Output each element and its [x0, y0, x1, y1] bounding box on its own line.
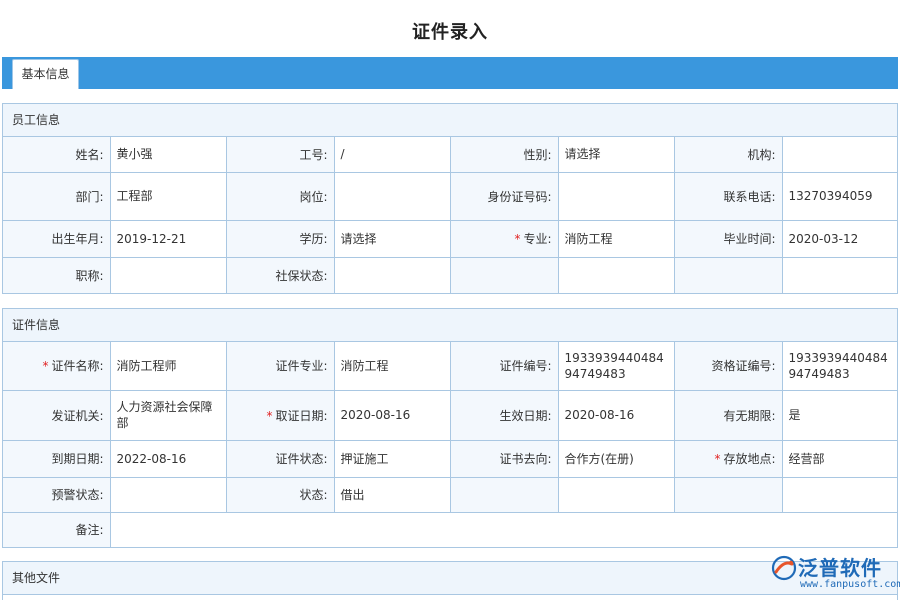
- page-title: 证件录入: [0, 18, 900, 44]
- cert-status-field[interactable]: 押证施工: [334, 440, 450, 477]
- major-label: 专业:: [523, 232, 551, 246]
- empty-cell: [782, 257, 897, 293]
- field-label-required: *存放地点:: [674, 440, 782, 477]
- empty-cell: [558, 257, 674, 293]
- certificate-info-section: 证件信息 *证件名称: 消防工程师 证件专业: 消防工程 证件编号: 19339…: [2, 308, 898, 548]
- field-label: 证件专业:: [226, 342, 334, 390]
- field-label: 证书去向:: [450, 440, 558, 477]
- field-label: 工号:: [226, 137, 334, 172]
- storage-location-field[interactable]: 经营部: [782, 440, 897, 477]
- department-field[interactable]: 工程部: [110, 172, 226, 220]
- employee-id-field[interactable]: /: [334, 137, 450, 172]
- cert-number-field[interactable]: 193393944048494749483: [558, 342, 674, 390]
- required-marker: *: [514, 232, 520, 246]
- organization-field[interactable]: [782, 137, 897, 172]
- warning-status-field[interactable]: [110, 477, 226, 512]
- tab-basic-info[interactable]: 基本信息: [12, 59, 79, 89]
- phone-field[interactable]: 13270394059: [782, 172, 897, 220]
- cert-name-field[interactable]: 消防工程师: [110, 342, 226, 390]
- other-files-header: 其他文件: [3, 562, 897, 595]
- expiry-date-field[interactable]: 2022-08-16: [110, 440, 226, 477]
- field-label: 姓名:: [3, 137, 110, 172]
- field-label: 社保状态:: [226, 257, 334, 293]
- name-field[interactable]: 黄小强: [110, 137, 226, 172]
- employee-info-table: 姓名: 黄小强 工号: / 性别: 请选择 机构: 部门: 工程部 岗位: 身份…: [3, 137, 897, 293]
- field-label: 证件状态:: [226, 440, 334, 477]
- issuing-authority-field[interactable]: 人力资源社会保障部: [110, 390, 226, 440]
- field-label-required: *专业:: [450, 220, 558, 257]
- remark-field[interactable]: [110, 512, 897, 547]
- certificate-info-header: 证件信息: [3, 309, 897, 342]
- position-field[interactable]: [334, 172, 450, 220]
- effective-date-field[interactable]: 2020-08-16: [558, 390, 674, 440]
- brand-url: www.fanpusoft.com: [800, 579, 900, 590]
- field-label: 预警状态:: [3, 477, 110, 512]
- id-card-field[interactable]: [558, 172, 674, 220]
- field-label: 机构:: [674, 137, 782, 172]
- empty-cell: [558, 477, 674, 512]
- field-label: 备注:: [3, 512, 110, 547]
- field-label-required: *取证日期:: [226, 390, 334, 440]
- cert-name-label: 证件名称:: [51, 359, 103, 373]
- major-field[interactable]: 消防工程: [558, 220, 674, 257]
- obtain-date-field[interactable]: 2020-08-16: [334, 390, 450, 440]
- title-field[interactable]: [110, 257, 226, 293]
- field-label: 岗位:: [226, 172, 334, 220]
- field-label: 联系电话:: [674, 172, 782, 220]
- required-marker: *: [42, 359, 48, 373]
- tab-bar: 基本信息: [2, 57, 898, 89]
- field-label: 生效日期:: [450, 390, 558, 440]
- cert-destination-field[interactable]: 合作方(在册): [558, 440, 674, 477]
- social-security-field[interactable]: [334, 257, 450, 293]
- required-marker: *: [266, 409, 272, 423]
- field-label: 部门:: [3, 172, 110, 220]
- employee-info-header: 员工信息: [3, 104, 897, 137]
- field-label: 有无期限:: [674, 390, 782, 440]
- brand-name: 泛普软件: [798, 552, 882, 581]
- empty-cell: [450, 477, 558, 512]
- field-label: 到期日期:: [3, 440, 110, 477]
- qualification-number-field[interactable]: 193393944048494749483: [782, 342, 897, 390]
- field-label: 证件编号:: [450, 342, 558, 390]
- education-select[interactable]: 请选择: [334, 220, 450, 257]
- field-label: 出生年月:: [3, 220, 110, 257]
- gender-select[interactable]: 请选择: [558, 137, 674, 172]
- field-label: 发证机关:: [3, 390, 110, 440]
- storage-location-label: 存放地点:: [723, 452, 775, 466]
- cert-major-field[interactable]: 消防工程: [334, 342, 450, 390]
- field-label: 学历:: [226, 220, 334, 257]
- field-label: 职称:: [3, 257, 110, 293]
- field-label-required: *证件名称:: [3, 342, 110, 390]
- has-expiry-field[interactable]: 是: [782, 390, 897, 440]
- field-label: 毕业时间:: [674, 220, 782, 257]
- empty-cell: [782, 477, 897, 512]
- brand-logo: 泛普软件 www.fanpusoft.com: [770, 552, 898, 596]
- graduation-date-field[interactable]: 2020-03-12: [782, 220, 897, 257]
- employee-info-section: 员工信息 姓名: 黄小强 工号: / 性别: 请选择 机构: 部门: 工程部 岗…: [2, 103, 898, 294]
- birth-date-field[interactable]: 2019-12-21: [110, 220, 226, 257]
- empty-cell: [674, 257, 782, 293]
- other-files-section: 其他文件: [2, 561, 898, 600]
- empty-cell: [674, 477, 782, 512]
- empty-cell: [450, 257, 558, 293]
- required-marker: *: [714, 452, 720, 466]
- certificate-info-table: *证件名称: 消防工程师 证件专业: 消防工程 证件编号: 1933939440…: [3, 342, 897, 547]
- fanpu-logo-icon: [770, 554, 798, 582]
- obtain-date-label: 取证日期:: [275, 409, 327, 423]
- field-label: 身份证号码:: [450, 172, 558, 220]
- field-label: 资格证编号:: [674, 342, 782, 390]
- status-field[interactable]: 借出: [334, 477, 450, 512]
- field-label: 状态:: [226, 477, 334, 512]
- field-label: 性别:: [450, 137, 558, 172]
